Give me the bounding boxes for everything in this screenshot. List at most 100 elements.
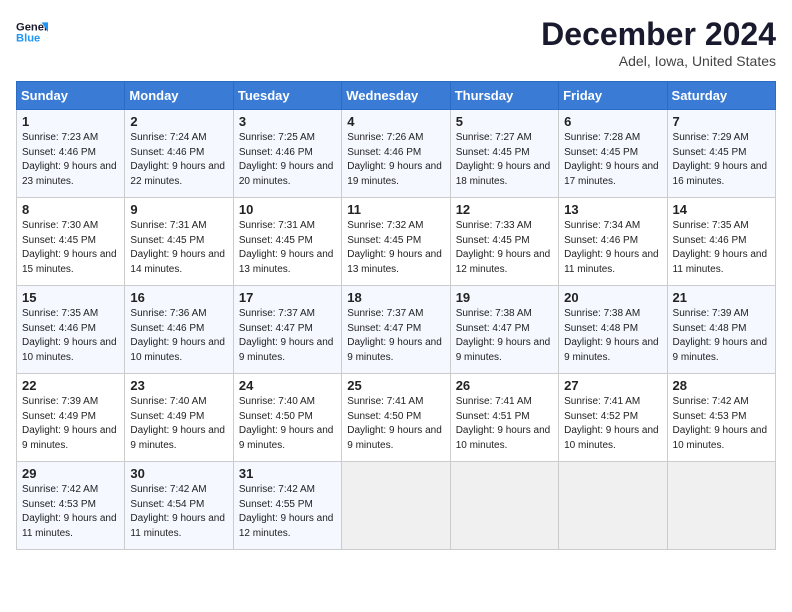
day-info: Sunrise: 7:23 AMSunset: 4:46 PMDaylight:… bbox=[22, 132, 117, 187]
day-number: 5 bbox=[456, 114, 553, 129]
calendar-cell: 11 Sunrise: 7:32 AMSunset: 4:45 PMDaylig… bbox=[342, 198, 450, 286]
day-info: Sunrise: 7:42 AMSunset: 4:55 PMDaylight:… bbox=[239, 484, 334, 539]
day-info: Sunrise: 7:36 AMSunset: 4:46 PMDaylight:… bbox=[130, 308, 225, 363]
day-number: 11 bbox=[347, 202, 444, 217]
weekday-header: Friday bbox=[559, 82, 667, 110]
weekday-header: Tuesday bbox=[233, 82, 341, 110]
calendar-cell: 21 Sunrise: 7:39 AMSunset: 4:48 PMDaylig… bbox=[667, 286, 775, 374]
weekday-header: Wednesday bbox=[342, 82, 450, 110]
calendar-cell: 29 Sunrise: 7:42 AMSunset: 4:53 PMDaylig… bbox=[17, 462, 125, 550]
calendar-cell: 3 Sunrise: 7:25 AMSunset: 4:46 PMDayligh… bbox=[233, 110, 341, 198]
calendar-cell: 12 Sunrise: 7:33 AMSunset: 4:45 PMDaylig… bbox=[450, 198, 558, 286]
day-info: Sunrise: 7:29 AMSunset: 4:45 PMDaylight:… bbox=[673, 132, 768, 187]
calendar-week-row: 8 Sunrise: 7:30 AMSunset: 4:45 PMDayligh… bbox=[17, 198, 776, 286]
calendar-cell: 31 Sunrise: 7:42 AMSunset: 4:55 PMDaylig… bbox=[233, 462, 341, 550]
calendar-cell bbox=[342, 462, 450, 550]
day-number: 23 bbox=[130, 378, 227, 393]
day-number: 15 bbox=[22, 290, 119, 305]
calendar-cell: 20 Sunrise: 7:38 AMSunset: 4:48 PMDaylig… bbox=[559, 286, 667, 374]
day-info: Sunrise: 7:40 AMSunset: 4:50 PMDaylight:… bbox=[239, 396, 334, 451]
page-header: General Blue December 2024 Adel, Iowa, U… bbox=[16, 16, 776, 69]
day-info: Sunrise: 7:39 AMSunset: 4:48 PMDaylight:… bbox=[673, 308, 768, 363]
calendar-cell: 25 Sunrise: 7:41 AMSunset: 4:50 PMDaylig… bbox=[342, 374, 450, 462]
day-number: 16 bbox=[130, 290, 227, 305]
calendar-cell: 7 Sunrise: 7:29 AMSunset: 4:45 PMDayligh… bbox=[667, 110, 775, 198]
day-number: 18 bbox=[347, 290, 444, 305]
calendar-week-row: 22 Sunrise: 7:39 AMSunset: 4:49 PMDaylig… bbox=[17, 374, 776, 462]
day-number: 8 bbox=[22, 202, 119, 217]
day-number: 1 bbox=[22, 114, 119, 129]
calendar-cell bbox=[559, 462, 667, 550]
day-info: Sunrise: 7:41 AMSunset: 4:51 PMDaylight:… bbox=[456, 396, 551, 451]
calendar-cell: 16 Sunrise: 7:36 AMSunset: 4:46 PMDaylig… bbox=[125, 286, 233, 374]
calendar-cell: 13 Sunrise: 7:34 AMSunset: 4:46 PMDaylig… bbox=[559, 198, 667, 286]
day-number: 24 bbox=[239, 378, 336, 393]
calendar-cell: 8 Sunrise: 7:30 AMSunset: 4:45 PMDayligh… bbox=[17, 198, 125, 286]
day-number: 26 bbox=[456, 378, 553, 393]
day-info: Sunrise: 7:31 AMSunset: 4:45 PMDaylight:… bbox=[239, 220, 334, 275]
day-info: Sunrise: 7:41 AMSunset: 4:50 PMDaylight:… bbox=[347, 396, 442, 451]
day-info: Sunrise: 7:28 AMSunset: 4:45 PMDaylight:… bbox=[564, 132, 659, 187]
calendar-week-row: 29 Sunrise: 7:42 AMSunset: 4:53 PMDaylig… bbox=[17, 462, 776, 550]
day-number: 9 bbox=[130, 202, 227, 217]
day-info: Sunrise: 7:38 AMSunset: 4:47 PMDaylight:… bbox=[456, 308, 551, 363]
calendar-cell: 17 Sunrise: 7:37 AMSunset: 4:47 PMDaylig… bbox=[233, 286, 341, 374]
calendar-cell bbox=[667, 462, 775, 550]
calendar-cell: 27 Sunrise: 7:41 AMSunset: 4:52 PMDaylig… bbox=[559, 374, 667, 462]
calendar-cell: 6 Sunrise: 7:28 AMSunset: 4:45 PMDayligh… bbox=[559, 110, 667, 198]
day-info: Sunrise: 7:42 AMSunset: 4:54 PMDaylight:… bbox=[130, 484, 225, 539]
location: Adel, Iowa, United States bbox=[541, 53, 776, 69]
calendar-cell: 22 Sunrise: 7:39 AMSunset: 4:49 PMDaylig… bbox=[17, 374, 125, 462]
calendar-week-row: 1 Sunrise: 7:23 AMSunset: 4:46 PMDayligh… bbox=[17, 110, 776, 198]
day-info: Sunrise: 7:40 AMSunset: 4:49 PMDaylight:… bbox=[130, 396, 225, 451]
calendar-cell: 24 Sunrise: 7:40 AMSunset: 4:50 PMDaylig… bbox=[233, 374, 341, 462]
calendar-cell: 5 Sunrise: 7:27 AMSunset: 4:45 PMDayligh… bbox=[450, 110, 558, 198]
month-title: December 2024 bbox=[541, 16, 776, 53]
calendar-cell: 26 Sunrise: 7:41 AMSunset: 4:51 PMDaylig… bbox=[450, 374, 558, 462]
title-block: December 2024 Adel, Iowa, United States bbox=[541, 16, 776, 69]
day-info: Sunrise: 7:31 AMSunset: 4:45 PMDaylight:… bbox=[130, 220, 225, 275]
day-info: Sunrise: 7:42 AMSunset: 4:53 PMDaylight:… bbox=[22, 484, 117, 539]
calendar-cell: 1 Sunrise: 7:23 AMSunset: 4:46 PMDayligh… bbox=[17, 110, 125, 198]
calendar-cell: 28 Sunrise: 7:42 AMSunset: 4:53 PMDaylig… bbox=[667, 374, 775, 462]
day-info: Sunrise: 7:35 AMSunset: 4:46 PMDaylight:… bbox=[22, 308, 117, 363]
calendar-cell: 2 Sunrise: 7:24 AMSunset: 4:46 PMDayligh… bbox=[125, 110, 233, 198]
day-info: Sunrise: 7:27 AMSunset: 4:45 PMDaylight:… bbox=[456, 132, 551, 187]
day-info: Sunrise: 7:39 AMSunset: 4:49 PMDaylight:… bbox=[22, 396, 117, 451]
day-number: 28 bbox=[673, 378, 770, 393]
calendar-header: SundayMondayTuesdayWednesdayThursdayFrid… bbox=[17, 82, 776, 110]
calendar-cell: 30 Sunrise: 7:42 AMSunset: 4:54 PMDaylig… bbox=[125, 462, 233, 550]
logo: General Blue bbox=[16, 16, 48, 48]
calendar-cell: 9 Sunrise: 7:31 AMSunset: 4:45 PMDayligh… bbox=[125, 198, 233, 286]
weekday-header: Sunday bbox=[17, 82, 125, 110]
logo-icon: General Blue bbox=[16, 16, 48, 48]
calendar-cell: 15 Sunrise: 7:35 AMSunset: 4:46 PMDaylig… bbox=[17, 286, 125, 374]
day-number: 12 bbox=[456, 202, 553, 217]
day-info: Sunrise: 7:32 AMSunset: 4:45 PMDaylight:… bbox=[347, 220, 442, 275]
calendar-table: SundayMondayTuesdayWednesdayThursdayFrid… bbox=[16, 81, 776, 550]
day-info: Sunrise: 7:33 AMSunset: 4:45 PMDaylight:… bbox=[456, 220, 551, 275]
day-number: 31 bbox=[239, 466, 336, 481]
day-info: Sunrise: 7:34 AMSunset: 4:46 PMDaylight:… bbox=[564, 220, 659, 275]
calendar-cell: 14 Sunrise: 7:35 AMSunset: 4:46 PMDaylig… bbox=[667, 198, 775, 286]
weekday-header: Monday bbox=[125, 82, 233, 110]
day-info: Sunrise: 7:38 AMSunset: 4:48 PMDaylight:… bbox=[564, 308, 659, 363]
day-number: 21 bbox=[673, 290, 770, 305]
day-number: 30 bbox=[130, 466, 227, 481]
day-number: 7 bbox=[673, 114, 770, 129]
day-info: Sunrise: 7:37 AMSunset: 4:47 PMDaylight:… bbox=[239, 308, 334, 363]
day-number: 27 bbox=[564, 378, 661, 393]
day-number: 3 bbox=[239, 114, 336, 129]
day-number: 10 bbox=[239, 202, 336, 217]
day-info: Sunrise: 7:35 AMSunset: 4:46 PMDaylight:… bbox=[673, 220, 768, 275]
day-number: 6 bbox=[564, 114, 661, 129]
calendar-cell: 19 Sunrise: 7:38 AMSunset: 4:47 PMDaylig… bbox=[450, 286, 558, 374]
calendar-week-row: 15 Sunrise: 7:35 AMSunset: 4:46 PMDaylig… bbox=[17, 286, 776, 374]
calendar-cell: 10 Sunrise: 7:31 AMSunset: 4:45 PMDaylig… bbox=[233, 198, 341, 286]
calendar-cell: 4 Sunrise: 7:26 AMSunset: 4:46 PMDayligh… bbox=[342, 110, 450, 198]
day-number: 19 bbox=[456, 290, 553, 305]
calendar-cell bbox=[450, 462, 558, 550]
day-number: 14 bbox=[673, 202, 770, 217]
day-info: Sunrise: 7:24 AMSunset: 4:46 PMDaylight:… bbox=[130, 132, 225, 187]
day-info: Sunrise: 7:42 AMSunset: 4:53 PMDaylight:… bbox=[673, 396, 768, 451]
